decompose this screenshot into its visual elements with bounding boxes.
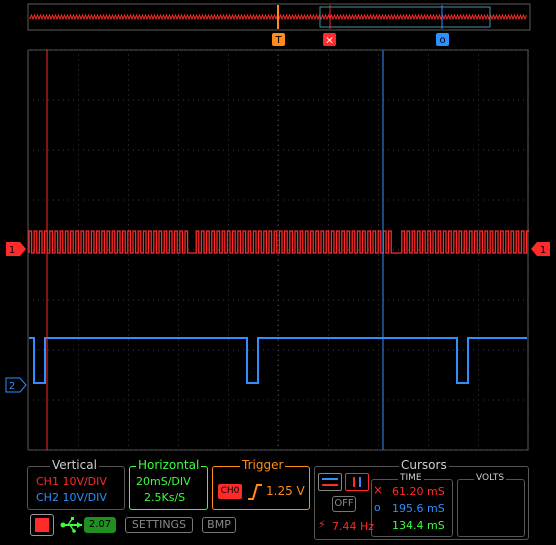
memory-overview-bar[interactable] — [27, 3, 531, 31]
bmp-button[interactable]: BMP — [202, 517, 236, 533]
stop-square-icon — [35, 518, 49, 532]
cursors-title: Cursors — [399, 458, 449, 472]
cursor-o-time: 195.6 mS — [392, 502, 445, 515]
cursor-o-symbol: o — [374, 501, 381, 514]
svg-text:1: 1 — [9, 245, 15, 256]
vertical-title: Vertical — [50, 458, 99, 472]
svg-text:1: 1 — [540, 245, 546, 256]
ch1-scale[interactable]: CH1 10V/DIV — [36, 475, 107, 488]
cursor-frequency: 7.44 Hz — [332, 520, 375, 533]
svg-text:o: o — [439, 35, 445, 46]
vertical-panel[interactable]: Vertical CH1 10V/DIV CH2 10V/DIV — [27, 458, 125, 510]
cursor-x-marker[interactable]: × — [323, 33, 336, 47]
trigger-level-value[interactable]: 1.25 V — [266, 485, 305, 498]
cursor-mode-vertical-button[interactable] — [345, 473, 369, 491]
settings-button[interactable]: SETTINGS — [125, 517, 193, 533]
cursor-x-symbol: × — [373, 483, 384, 497]
volts-title: VOLTS — [474, 473, 507, 483]
trigger-panel[interactable]: Trigger CH0 1.25 V — [212, 458, 310, 510]
cursor-volts-box: VOLTS — [457, 473, 525, 537]
sample-rate-value: 2.5Ks/S — [144, 491, 186, 504]
cursor-mode-horizontal-button[interactable] — [318, 473, 342, 491]
svg-text:T: T — [274, 35, 282, 46]
ch2-left-marker[interactable]: 2 — [5, 377, 27, 393]
horizontal-panel[interactable]: Horizontal 20mS/DIV 2.5Ks/S — [129, 458, 208, 510]
cursor-delta-time: 134.4 mS — [392, 519, 445, 532]
cursors-panel[interactable]: Cursors OFF TIME × 61.20 mS o 195.6 mS 1… — [314, 458, 529, 540]
timebase-value[interactable]: 20mS/DIV — [136, 475, 191, 488]
svg-text:×: × — [325, 34, 334, 47]
horizontal-title: Horizontal — [136, 458, 202, 472]
trigger-title: Trigger — [240, 458, 286, 472]
ch2-scale[interactable]: CH2 10V/DIV — [36, 491, 107, 504]
svg-text:2: 2 — [9, 381, 15, 392]
run-stop-button[interactable] — [30, 514, 54, 536]
trigger-source-button[interactable]: CH0 — [218, 484, 242, 499]
time-title: TIME — [398, 473, 424, 483]
trigger-position-marker[interactable]: T — [272, 33, 285, 46]
ch1-left-marker[interactable]: 1 — [6, 242, 26, 256]
cursor-o-marker[interactable]: o — [436, 33, 449, 46]
cursor-off-button[interactable]: OFF — [332, 496, 356, 512]
frequency-icon: ⚡ — [318, 518, 326, 531]
ch1-right-marker[interactable]: 1 — [531, 242, 550, 256]
ch1-trace — [28, 230, 530, 254]
usb-icon — [60, 517, 82, 533]
cursor-x-time: 61.20 mS — [392, 485, 445, 498]
firmware-version-badge: 2.07 — [84, 517, 116, 533]
rising-edge-icon[interactable] — [247, 483, 263, 501]
